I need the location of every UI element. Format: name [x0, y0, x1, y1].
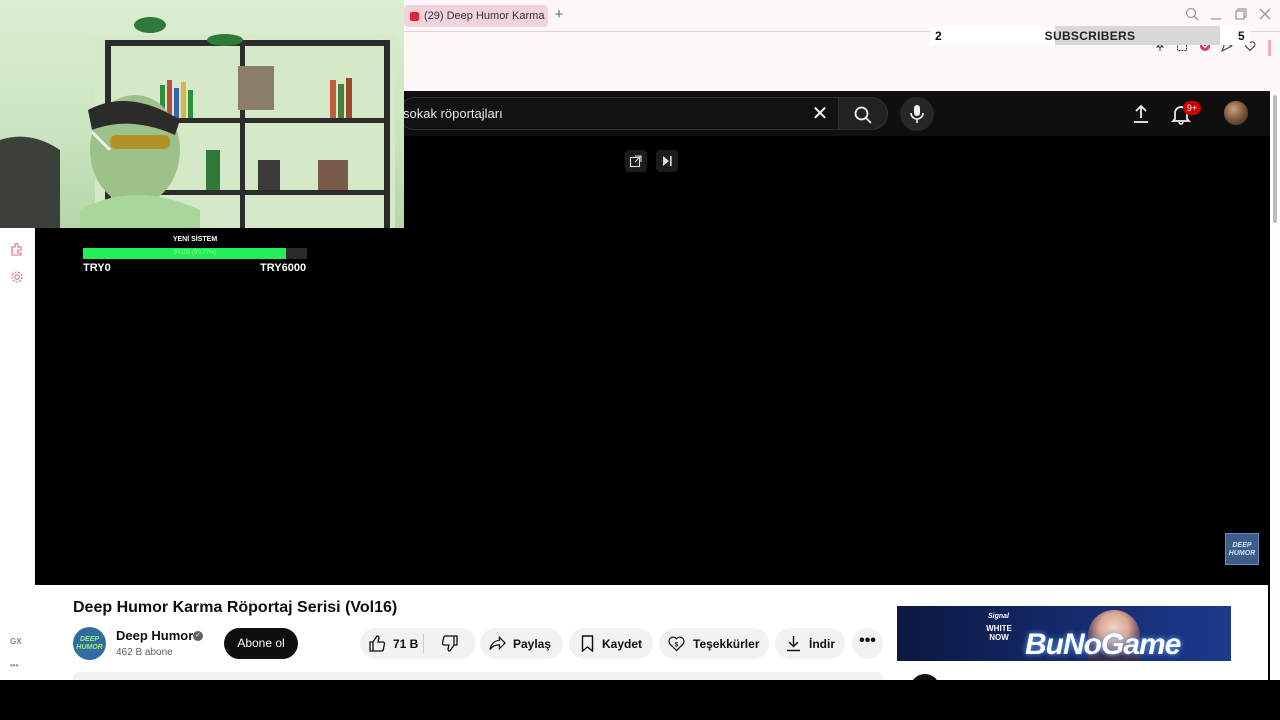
subscribe-button[interactable]: Abone ol [224, 628, 298, 659]
youtube-favicon-icon [410, 11, 419, 21]
search-button[interactable] [838, 97, 888, 130]
super-thanks-icon: $ [668, 636, 685, 652]
thumbs-up-icon [369, 635, 386, 652]
save-button[interactable]: Kaydet [569, 628, 653, 659]
scrollbar-thumb[interactable] [1273, 95, 1277, 223]
download-icon [787, 636, 800, 652]
description-box[interactable] [73, 672, 883, 680]
subscriber-current: 2 [935, 29, 942, 43]
save-label: Kaydet [602, 637, 643, 651]
upload-button[interactable] [1130, 103, 1152, 125]
search-icon [854, 106, 872, 124]
minimize-icon[interactable] [1208, 7, 1224, 23]
ad-details-row [897, 661, 1231, 680]
voice-search-button[interactable] [900, 97, 934, 131]
share-button[interactable]: Paylaş [480, 628, 563, 659]
extensions-icon[interactable] [9, 242, 25, 258]
skip-icon[interactable] [656, 150, 678, 172]
ad-brand-name: BuNoGame [1025, 628, 1181, 661]
video-title: Deep Humor Karma Röportaj Serisi (Vol16) [73, 599, 398, 616]
download-label: İndir [809, 637, 835, 651]
like-count: 71 B [393, 637, 419, 651]
donation-goal-progress-text: 94108 (90.77%) [173, 250, 217, 256]
address-bar-edge [1268, 40, 1271, 56]
channel-name[interactable]: Deep Humor [116, 628, 193, 643]
verified-icon: ✓ [193, 631, 203, 641]
search-tabs-icon[interactable] [1184, 7, 1200, 23]
browser-tab[interactable]: (29) Deep Humor Karma R [404, 5, 548, 27]
like-dislike-group: 71 B [360, 628, 476, 659]
upload-icon [1134, 104, 1148, 123]
channel-avatar[interactable]: DEEP HUMOR [73, 627, 106, 660]
browser-sidebar [0, 228, 35, 680]
webcam-overlay [0, 0, 404, 228]
account-avatar[interactable] [1224, 101, 1248, 125]
thanks-label: Teşekkürler [693, 637, 760, 651]
settings-gear-icon[interactable] [9, 270, 25, 286]
subscriber-label: SUBSCRIBERS [1044, 29, 1136, 43]
bookmark-icon [581, 635, 594, 652]
donation-goal-bar: 94108 (90.77%) [83, 248, 307, 259]
donation-goal-title: YENİ SİSTEM [172, 236, 218, 243]
share-label: Paylaş [513, 637, 552, 651]
thanks-button[interactable]: $ Teşekkürler [659, 628, 769, 659]
donation-goal-min: TRY0 [83, 262, 111, 274]
miniplayer-icon[interactable] [625, 150, 647, 172]
restore-icon[interactable] [1233, 7, 1249, 23]
dislike-button[interactable] [424, 628, 476, 659]
download-button[interactable]: İndir [775, 628, 845, 659]
donation-goal-max: TRY6000 [260, 262, 307, 274]
share-icon [489, 635, 506, 651]
subscriber-goal: 5 [1238, 29, 1245, 43]
channel-watermark[interactable]: DEEP HUMOR [1225, 533, 1259, 565]
more-actions-button[interactable]: ••• [852, 628, 883, 659]
search-query: sokak röportajları [403, 106, 503, 121]
clear-search-button[interactable]: ✕ [809, 103, 831, 125]
sidebar-more-icon[interactable]: ••• [10, 661, 18, 670]
like-button[interactable]: 71 B [360, 628, 423, 659]
stream-bottom-bar [0, 680, 1280, 720]
microphone-icon [910, 105, 924, 123]
ad-product-name: WHITE NOW [986, 624, 1012, 642]
thumbs-down-icon [441, 635, 458, 652]
tab-title: (29) Deep Humor Karma R [424, 10, 548, 22]
channel-subscribers: 462 B abone [116, 647, 173, 658]
new-tab-button[interactable]: + [551, 7, 567, 23]
gx-label[interactable]: GX [10, 637, 22, 646]
ad-signal-logo: Signal [988, 613, 1010, 620]
notification-badge: 9+ [1183, 101, 1201, 115]
close-window-icon[interactable] [1257, 7, 1273, 23]
svg-text:$: $ [675, 641, 679, 648]
